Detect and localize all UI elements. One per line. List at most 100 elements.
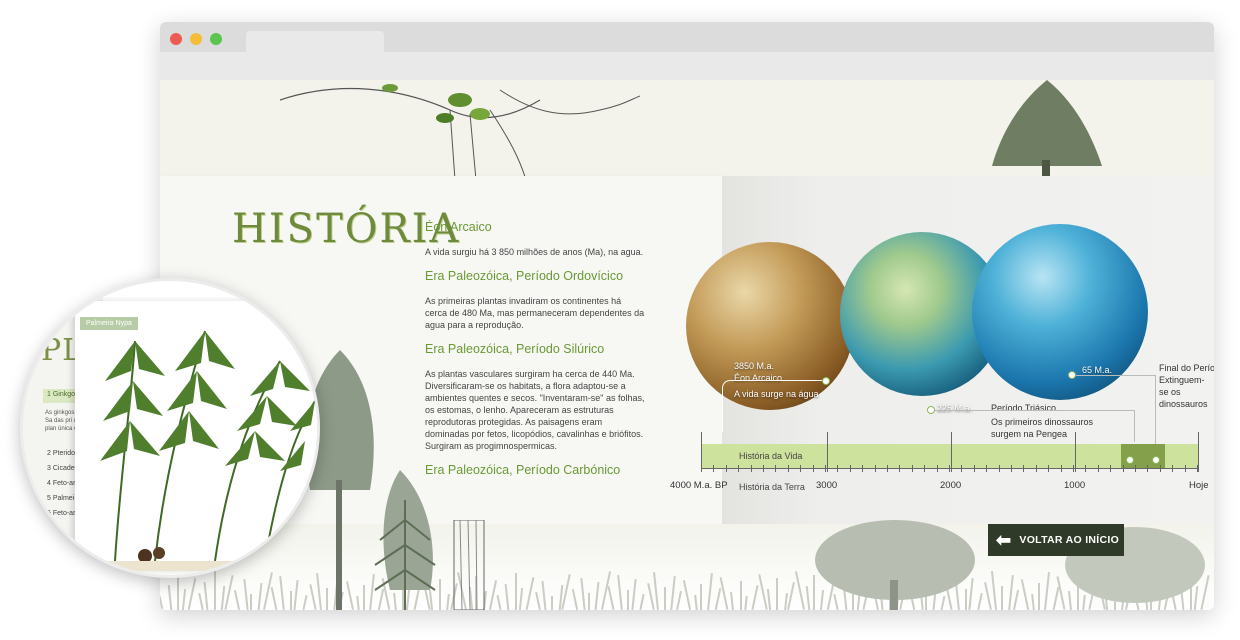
maximize-window-button[interactable] [210,33,222,45]
browser-chrome [160,22,1214,80]
timeline-minor-tick [1073,465,1074,472]
timeline-minor-tick [1098,465,1099,472]
timeline-minor-tick [974,465,975,472]
zoom-ground [97,561,267,571]
timeline-minor-tick [800,465,801,472]
tree-illustration [280,84,640,180]
globe-cretaceous[interactable] [972,224,1148,400]
grass-blade [177,574,179,610]
browser-window: HISTÓRIA Éon Arcaico A vida surgiu há 3 … [160,22,1214,610]
bush-illustration [815,520,975,610]
timeline-minor-tick [887,465,888,472]
timeline-major-2000 [951,432,952,472]
timeline-marker-cretaceous[interactable] [1152,456,1160,464]
palm-card[interactable] [75,301,317,571]
grass-blade [213,571,216,610]
back-to-start-label: VOLTAR AO INÍCIO [1019,534,1120,546]
timeline-minor-tick [788,465,789,472]
globe1-desc: A vida surge na água [734,389,819,399]
grass-blade [514,573,517,610]
timeline-minor-tick [1160,465,1161,472]
timeline-minor-tick [912,465,913,472]
minimize-window-button[interactable] [190,33,202,45]
fern-illustration [374,500,436,610]
globe3-desc: Extinguem-se os dinossauros [1159,375,1208,409]
palm-name-tag: Palmeira Nypa [80,317,138,330]
timeline-minor-tick [1023,465,1024,472]
timeline-minor-tick [1123,465,1124,472]
history-content[interactable]: Éon Arcaico A vida surgiu há 3 850 milhõ… [425,220,645,490]
timeline-minor-tick [1011,465,1012,472]
timeline-major-start [701,432,702,472]
timeline-1000-label: 1000 [1064,480,1086,491]
timeline-minor-tick [1048,465,1049,472]
arrow-left-icon: ⬅ [996,529,1012,550]
section-title-silurico: Era Paleozóica, Período Silúrico [425,342,605,356]
globe1-marker[interactable] [822,377,830,385]
timeline-hoje-label: Hoje [1189,480,1209,491]
back-to-start-button[interactable]: ⬅ VOLTAR AO INÍCIO [988,524,1124,556]
section-text-ordovicico: As primeiras plantas invadiram os contin… [425,296,645,330]
timeline-minor-tick [763,465,764,472]
address-bar[interactable] [160,52,1214,80]
timeline-earth-label: História da Terra [739,482,805,492]
timeline-minor-tick [1135,465,1136,472]
grass-blade [739,581,742,610]
palm-illustration [100,330,316,563]
globe3-leader [1076,375,1156,449]
timeline-minor-tick [825,465,826,472]
page-viewport: HISTÓRIA Éon Arcaico A vida surgiu há 3 … [160,80,1214,610]
browser-tab[interactable] [246,31,384,53]
timeline-major-3000 [827,432,828,472]
section-text-arcaico: A vida surgiu há 3 850 milhões de anos (… [425,247,644,257]
close-window-button[interactable] [170,33,182,45]
timeline-minor-tick [850,465,851,472]
timeline-minor-tick [751,465,752,472]
conifer-illustration [992,80,1102,176]
grass-blade [663,587,666,610]
globe2-marker[interactable] [927,406,935,414]
screenshot-stage: HISTÓRIA Éon Arcaico A vida surgiu há 3 … [0,0,1240,640]
timeline-minor-tick [775,465,776,472]
timeline-minor-tick [1172,465,1173,472]
grass-blade [551,596,553,610]
timeline-3000-label: 3000 [816,480,838,491]
timeline-start-label: 4000 M.a. BP [670,480,728,491]
grass-blade [627,590,629,610]
grass-blade [587,593,590,610]
timeline-minor-tick [999,465,1000,472]
timeline-minor-tick [1036,465,1037,472]
timeline-major-hoje [1198,432,1199,472]
grass-blade [250,594,252,610]
section-title-carbonico: Era Paleozóica, Período Carbónico [425,463,621,477]
section-title-ordovicico: Era Paleozóica, Período Ordovícico [425,269,624,283]
timeline-minor-tick [875,465,876,472]
timeline-marker-triassic[interactable] [1126,456,1134,464]
timeline-minor-tick [949,465,950,472]
timeline-minor-tick [1061,465,1062,472]
timeline-minor-tick [1085,465,1086,472]
section-text-silurico: As plantas vasculares surgiram ha cerca … [425,369,645,451]
timeline-2000-label: 2000 [940,480,962,491]
timeline-minor-tick [899,465,900,472]
timeline-minor-tick [937,465,938,472]
trunk-illustration [453,520,485,610]
grass-blade [1001,586,1003,610]
timeline-minor-tick [1147,465,1148,472]
timeline-minor-tick [862,465,863,472]
grass-blade [700,584,702,610]
zoom-detail-circle: PLA 1 Ginkgo As ginkgos fosseis. Sa das … [20,278,320,578]
timeline-minor-tick [986,465,987,472]
timeline-minor-tick [738,465,739,472]
timeline-minor-tick [813,465,814,472]
globe3-name: Final do Perío [1159,363,1214,373]
section-title-arcaico: Éon Arcaico [425,220,492,234]
timeline-minor-tick [1110,465,1111,472]
timeline-minor-tick [837,465,838,472]
globe3-marker[interactable] [1068,371,1076,379]
grass-blade [1037,583,1040,610]
timeline-minor-tick [961,465,962,472]
timeline-minor-tick [713,465,714,472]
timeline-minor-tick [1185,465,1186,472]
grass-blade [776,578,778,610]
